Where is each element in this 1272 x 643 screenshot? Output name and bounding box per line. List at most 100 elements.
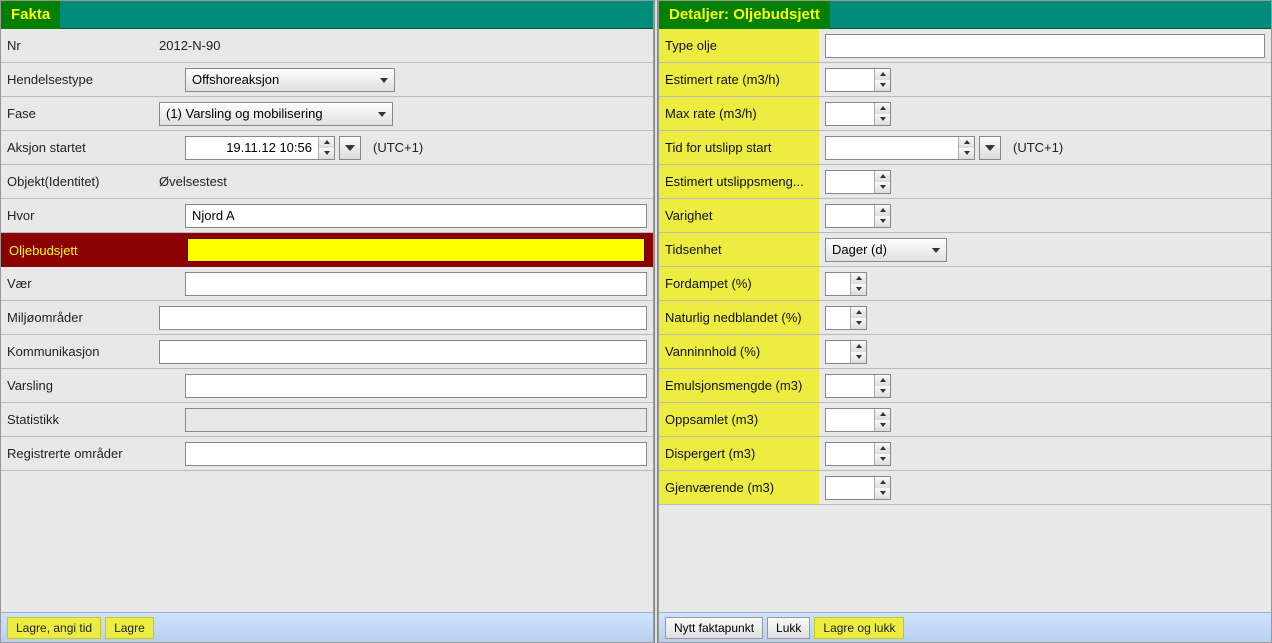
lagre-og-lukk-button[interactable]: Lagre og lukk	[814, 617, 904, 639]
row-miljoomrader: Miljøområder	[1, 301, 653, 335]
row-oljebudsjett[interactable]: Oljebudsjett	[1, 233, 653, 267]
label-varsling: Varsling	[1, 369, 179, 402]
gjenvaerende-spin-down[interactable]	[875, 488, 890, 499]
tid-utslipp-dropdown[interactable]	[979, 136, 1001, 160]
varighet-spin-up[interactable]	[875, 205, 890, 216]
aksjon-startet-spin-down[interactable]	[319, 148, 334, 159]
value-nr: 2012-N-90	[153, 34, 653, 57]
spinner-max-rate	[825, 102, 891, 126]
spinner-vanninnhold	[825, 340, 867, 364]
input-naturlig[interactable]	[826, 307, 850, 329]
oppsamlet-spin-down[interactable]	[875, 420, 890, 431]
input-aksjon-startet[interactable]	[186, 137, 318, 159]
tid-utslipp-spin-up[interactable]	[959, 137, 974, 148]
input-miljoomrader[interactable]	[159, 306, 647, 330]
label-statistikk: Statistikk	[1, 403, 179, 436]
row-estimert-mengde: Estimert utslippsmeng...	[659, 165, 1271, 199]
detaljer-footer: Nytt faktapunkt Lukk Lagre og lukk	[659, 612, 1271, 642]
input-oppsamlet[interactable]	[826, 409, 874, 431]
estimert-mengde-spin-up[interactable]	[875, 171, 890, 182]
lukk-button[interactable]: Lukk	[767, 617, 810, 639]
dispergert-spin-down[interactable]	[875, 454, 890, 465]
gjenvaerende-spin-up[interactable]	[875, 477, 890, 488]
naturlig-spin-down[interactable]	[851, 318, 866, 329]
label-vaer: Vær	[1, 267, 179, 300]
aksjon-startet-dropdown[interactable]	[339, 136, 361, 160]
naturlig-spin-up[interactable]	[851, 307, 866, 318]
nytt-faktapunkt-button[interactable]: Nytt faktapunkt	[665, 617, 763, 639]
input-gjenvaerende[interactable]	[826, 477, 874, 499]
input-type-olje[interactable]	[825, 34, 1265, 58]
select-fase[interactable]: (1) Varsling og mobilisering	[159, 102, 393, 126]
input-max-rate[interactable]	[826, 103, 874, 125]
input-vanninnhold[interactable]	[826, 341, 850, 363]
estimert-mengde-spin-down[interactable]	[875, 182, 890, 193]
spinner-dispergert	[825, 442, 891, 466]
spinner-estimert-mengde	[825, 170, 891, 194]
label-estimert-rate: Estimert rate (m3/h)	[659, 63, 819, 96]
max-rate-spin-up[interactable]	[875, 103, 890, 114]
input-vaer[interactable]	[185, 272, 647, 296]
tz-tid-utslipp: (UTC+1)	[1013, 140, 1063, 155]
row-hendelsestype: Hendelsestype Offshoreaksjon	[1, 63, 653, 97]
select-tidsenhet[interactable]: Dager (d)	[825, 238, 947, 262]
spinner-estimert-rate	[825, 68, 891, 92]
input-varsling[interactable]	[185, 374, 647, 398]
emulsjon-spin-up[interactable]	[875, 375, 890, 386]
row-fase: Fase (1) Varsling og mobilisering	[1, 97, 653, 131]
fakta-body: Nr 2012-N-90 Hendelsestype Offshoreaksjo…	[1, 29, 653, 612]
lagre-button[interactable]: Lagre	[105, 617, 154, 639]
select-tidsenhet-value: Dager (d)	[832, 242, 887, 257]
tid-utslipp-spin-down[interactable]	[959, 148, 974, 159]
spinner-gjenvaerende	[825, 476, 891, 500]
row-registrerte: Registrerte områder	[1, 437, 653, 471]
label-fordampet: Fordampet (%)	[659, 267, 819, 300]
detaljer-title: Detaljer: Oljebudsjett	[659, 1, 830, 29]
label-max-rate: Max rate (m3/h)	[659, 97, 819, 130]
input-emulsjon[interactable]	[826, 375, 874, 397]
aksjon-startet-spin-up[interactable]	[319, 137, 334, 148]
label-tid-utslipp: Tid for utslipp start	[659, 131, 819, 164]
max-rate-spin-down[interactable]	[875, 114, 890, 125]
input-varighet[interactable]	[826, 205, 874, 227]
value-objekt: Øvelsestest	[153, 170, 653, 193]
input-registrerte[interactable]	[185, 442, 647, 466]
label-oppsamlet: Oppsamlet (m3)	[659, 403, 819, 436]
row-oppsamlet: Oppsamlet (m3)	[659, 403, 1271, 437]
fordampet-spin-up[interactable]	[851, 273, 866, 284]
input-estimert-rate[interactable]	[826, 69, 874, 91]
input-estimert-mengde[interactable]	[826, 171, 874, 193]
lagre-angi-tid-button[interactable]: Lagre, angi tid	[7, 617, 101, 639]
input-statistikk[interactable]	[185, 408, 647, 432]
label-naturlig: Naturlig nedblandet (%)	[659, 301, 819, 334]
label-emulsjon: Emulsjonsmengde (m3)	[659, 369, 819, 402]
row-varighet: Varighet	[659, 199, 1271, 233]
oppsamlet-spin-up[interactable]	[875, 409, 890, 420]
estimert-rate-spin-up[interactable]	[875, 69, 890, 80]
input-oljebudsjett[interactable]	[187, 238, 645, 262]
row-varsling: Varsling	[1, 369, 653, 403]
estimert-rate-spin-down[interactable]	[875, 80, 890, 91]
label-oljebudsjett: Oljebudsjett	[3, 235, 181, 265]
row-gjenvaerende: Gjenværende (m3)	[659, 471, 1271, 505]
input-kommunikasjon[interactable]	[159, 340, 647, 364]
label-varighet: Varighet	[659, 199, 819, 232]
label-fase: Fase	[1, 97, 153, 130]
label-vanninnhold: Vanninnhold (%)	[659, 335, 819, 368]
input-hvor[interactable]	[185, 204, 647, 228]
label-nr: Nr	[1, 29, 153, 62]
row-tid-utslipp: Tid for utslipp start (UTC+1)	[659, 131, 1271, 165]
varighet-spin-down[interactable]	[875, 216, 890, 227]
input-fordampet[interactable]	[826, 273, 850, 295]
vanninnhold-spin-up[interactable]	[851, 341, 866, 352]
emulsjon-spin-down[interactable]	[875, 386, 890, 397]
dispergert-spin-up[interactable]	[875, 443, 890, 454]
label-aksjon-startet: Aksjon startet	[1, 131, 179, 164]
row-vanninnhold: Vanninnhold (%)	[659, 335, 1271, 369]
detaljer-header: Detaljer: Oljebudsjett	[659, 1, 1271, 29]
input-dispergert[interactable]	[826, 443, 874, 465]
select-hendelsestype[interactable]: Offshoreaksjon	[185, 68, 395, 92]
fordampet-spin-down[interactable]	[851, 284, 866, 295]
input-tid-utslipp[interactable]	[826, 137, 958, 159]
vanninnhold-spin-down[interactable]	[851, 352, 866, 363]
